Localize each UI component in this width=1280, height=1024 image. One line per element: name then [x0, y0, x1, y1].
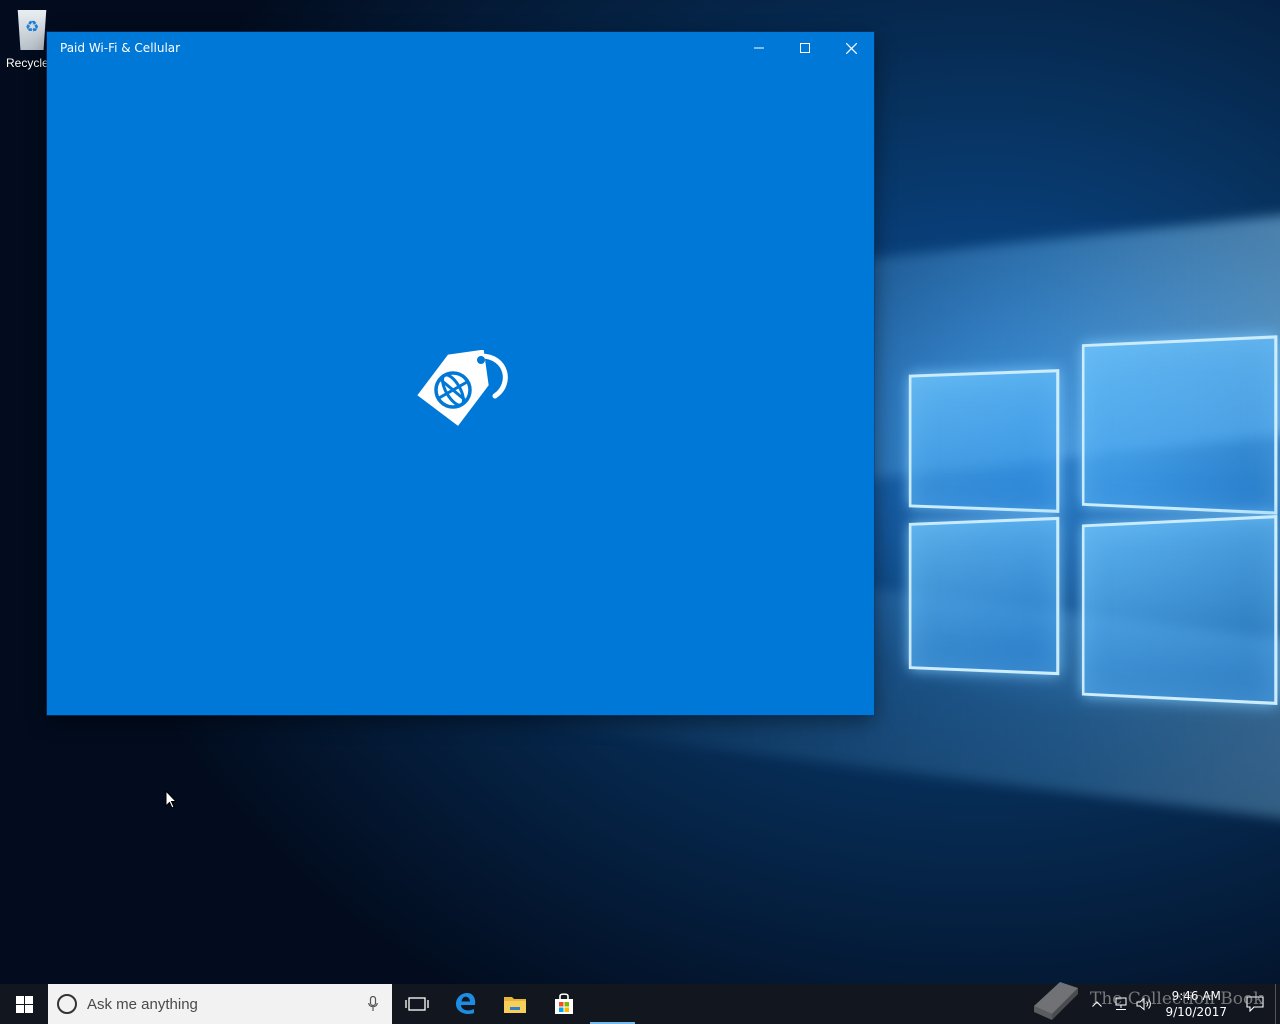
clock[interactable]: 9:46 AM 9/10/2017: [1157, 988, 1235, 1020]
start-button[interactable]: [0, 984, 48, 1024]
maximize-icon: [800, 43, 810, 53]
close-button[interactable]: [828, 32, 874, 64]
taskbar: Ask me anything 9:46 AM 9/10/2017: [0, 984, 1280, 1024]
show-hidden-icons-button[interactable]: [1085, 984, 1109, 1024]
folder-icon: [503, 997, 526, 1013]
close-icon: [845, 42, 857, 54]
windows-logo-pane: [1081, 514, 1278, 706]
volume-icon: [1136, 997, 1152, 1011]
title-bar[interactable]: Paid Wi-Fi & Cellular: [47, 32, 874, 64]
edge-icon: [455, 993, 475, 1014]
network-tray-button[interactable]: [1109, 984, 1133, 1024]
store-button[interactable]: [539, 984, 588, 1024]
file-explorer-button[interactable]: [490, 984, 539, 1024]
action-center-button[interactable]: [1235, 984, 1275, 1024]
paid-wifi-tag-globe-icon: [417, 350, 508, 426]
minimize-button[interactable]: [736, 32, 782, 64]
notification-icon: [1246, 996, 1264, 1012]
cortana-icon: [57, 994, 77, 1014]
window-title: Paid Wi-Fi & Cellular: [60, 41, 181, 55]
task-view-icon: [404, 997, 429, 1011]
app-window: Paid Wi-Fi & Cellular: [47, 32, 874, 715]
microphone-icon[interactable]: [368, 996, 378, 1012]
task-view-button[interactable]: [392, 984, 441, 1024]
cortana-search-box[interactable]: Ask me anything: [48, 984, 392, 1024]
edge-button[interactable]: [441, 984, 490, 1024]
windows-start-icon: [15, 995, 33, 1013]
windows-logo-pane: [908, 369, 1060, 513]
network-icon: [1115, 997, 1127, 1010]
maximize-button[interactable]: [782, 32, 828, 64]
clock-date: 9/10/2017: [1165, 1005, 1227, 1019]
paid-wifi-taskbar-button[interactable]: [588, 984, 637, 1024]
chevron-up-icon: [1092, 1001, 1103, 1007]
store-icon: [554, 993, 573, 1014]
windows-logo-pane: [1081, 335, 1278, 515]
windows-logo-pane: [908, 516, 1060, 676]
system-tray: 9:46 AM 9/10/2017: [1085, 984, 1280, 1024]
minimize-icon: [754, 47, 764, 49]
clock-time: 9:46 AM: [1171, 989, 1221, 1003]
show-desktop-button[interactable]: [1275, 984, 1280, 1024]
mouse-cursor-icon: [165, 790, 177, 809]
volume-tray-button[interactable]: [1133, 984, 1157, 1024]
search-input[interactable]: Ask me anything: [87, 996, 368, 1013]
recycle-bin-icon: [17, 10, 47, 50]
